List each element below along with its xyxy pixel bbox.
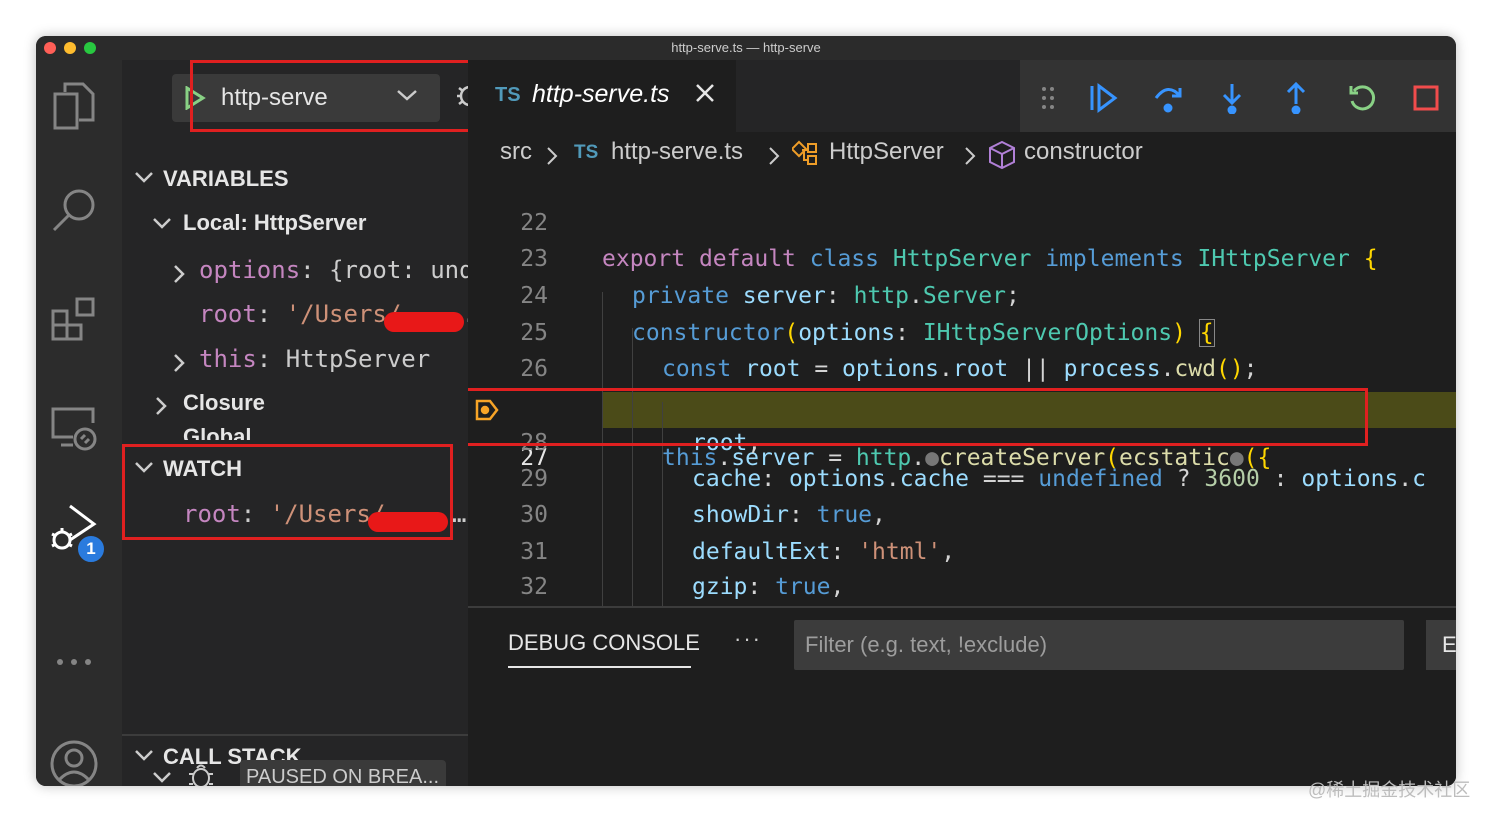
watch-highlight-box	[122, 444, 453, 540]
tab-http-serve-ts[interactable]: TS http-serve.ts	[468, 60, 736, 132]
global-scope-label: Global	[183, 428, 251, 440]
paused-status: PAUSED ON BREA...	[240, 760, 446, 786]
typescript-file-icon: TS	[574, 142, 599, 163]
code-line: 25 constructor(options: IHttpServerOption…	[520, 319, 1215, 347]
account-icon[interactable]	[46, 736, 102, 786]
code-line: 21}	[468, 176, 1456, 187]
chevron-right-icon	[547, 147, 558, 165]
code-line: 32 gzip: true,	[520, 574, 845, 600]
search-icon[interactable]	[46, 182, 102, 238]
extensions-icon[interactable]	[46, 292, 102, 348]
chevron-down-icon	[135, 172, 153, 183]
more-icon[interactable]	[46, 634, 102, 690]
breadcrumb: src TS http-serve.ts HttpServer construc…	[468, 132, 1456, 176]
chevron-right-icon	[174, 354, 185, 372]
breadcrumb-file[interactable]: http-serve.ts	[611, 138, 743, 166]
current-line-highlight-box	[468, 388, 1368, 446]
continue-icon[interactable]	[1083, 78, 1123, 118]
bug-icon	[189, 764, 213, 786]
activity-bar: 1	[36, 60, 122, 786]
active-tab-indicator	[508, 666, 691, 668]
section-divider	[122, 734, 468, 736]
code-line: 31 defaultExt: 'html',	[520, 539, 956, 565]
variable-value: {root: und…	[329, 256, 468, 284]
debug-badge: 1	[76, 534, 106, 564]
code-view[interactable]: 21} 22 23export default class HttpServer…	[468, 176, 1456, 606]
code-line: 24 private server: http.Server;	[520, 283, 1020, 309]
code-line: 30 showDir: true,	[520, 502, 886, 528]
chevron-down-icon[interactable]	[152, 770, 172, 784]
step-out-icon[interactable]	[1276, 78, 1316, 118]
variable-value: HttpServer	[285, 345, 431, 373]
window-title: http-serve.ts — http-serve	[671, 40, 821, 55]
typescript-file-icon: TS	[495, 84, 521, 106]
global-scope-row[interactable]: Global	[122, 428, 468, 440]
code-line: 22	[520, 210, 548, 236]
console-filter-input[interactable]: Filter (e.g. text, !exclude)	[794, 620, 1404, 670]
closure-scope-label: Closure	[183, 390, 265, 415]
chevron-down-icon	[153, 218, 171, 229]
stop-icon[interactable]	[1406, 78, 1446, 118]
breadcrumb-folder[interactable]: src	[500, 138, 532, 166]
variable-name: this	[199, 345, 257, 373]
tab-label: http-serve.ts	[532, 80, 670, 108]
chevron-right-icon	[769, 147, 780, 165]
chevron-down-icon	[135, 750, 153, 761]
title-bar: http-serve.ts — http-serve	[36, 36, 1456, 60]
code-line: 23 export default class HttpServer implem…	[520, 246, 1378, 272]
variables-section-header[interactable]: VARIABLES	[122, 166, 468, 196]
chevron-right-icon	[156, 397, 167, 415]
variable-root-row[interactable]: root: '/Users/ .	[122, 300, 468, 340]
local-scope-label: Local: HttpServer	[183, 210, 367, 235]
variable-name: root	[199, 300, 257, 328]
closure-scope-row[interactable]: Closure	[122, 390, 468, 430]
redaction-mark	[384, 312, 464, 332]
variable-this-row[interactable]: this: HttpServer	[122, 345, 468, 385]
class-icon	[792, 140, 817, 165]
drag-handle-icon[interactable]	[1028, 78, 1068, 118]
remote-explorer-icon[interactable]	[46, 400, 102, 456]
step-into-icon[interactable]	[1212, 78, 1252, 118]
breadcrumb-class[interactable]: HttpServer	[829, 138, 944, 166]
debug-toolbar	[1020, 60, 1456, 132]
variable-options-row[interactable]: options: {root: und…	[122, 256, 468, 296]
tab-bar: TS http-serve.ts	[468, 60, 1456, 132]
code-line: 29 cache: options.cache === undefined ? 3…	[520, 466, 1427, 492]
close-icon[interactable]	[694, 82, 716, 104]
restart-icon[interactable]	[1342, 78, 1382, 118]
launch-highlight-box	[190, 60, 468, 132]
explorer-icon[interactable]	[46, 78, 102, 134]
debug-sidebar: http-serve VARIABLES Local: HttpServer o…	[122, 60, 468, 786]
console-action-button[interactable]: E	[1426, 620, 1456, 670]
variables-header-label: VARIABLES	[163, 166, 289, 191]
vscode-window: http-serve.ts — http-serve 1 http-serve	[36, 36, 1456, 786]
variable-name: options	[199, 256, 301, 284]
chevron-right-icon	[965, 147, 976, 165]
method-icon	[989, 140, 1015, 170]
local-scope-row[interactable]: Local: HttpServer	[122, 210, 468, 250]
step-over-icon[interactable]	[1148, 78, 1188, 118]
more-actions-icon[interactable]: ···	[734, 626, 762, 652]
editor-area: TS http-serve.ts src TS http-serve.ts Ht…	[468, 60, 1456, 786]
chevron-right-icon	[174, 265, 185, 283]
debug-console-panel: DEBUG CONSOLE ··· Filter (e.g. text, !ex…	[468, 608, 1456, 786]
tab-debug-console[interactable]: DEBUG CONSOLE	[508, 630, 700, 656]
watermark: @稀土掘金技术社区	[1308, 780, 1471, 800]
breadcrumb-method[interactable]: constructor	[1024, 138, 1143, 166]
